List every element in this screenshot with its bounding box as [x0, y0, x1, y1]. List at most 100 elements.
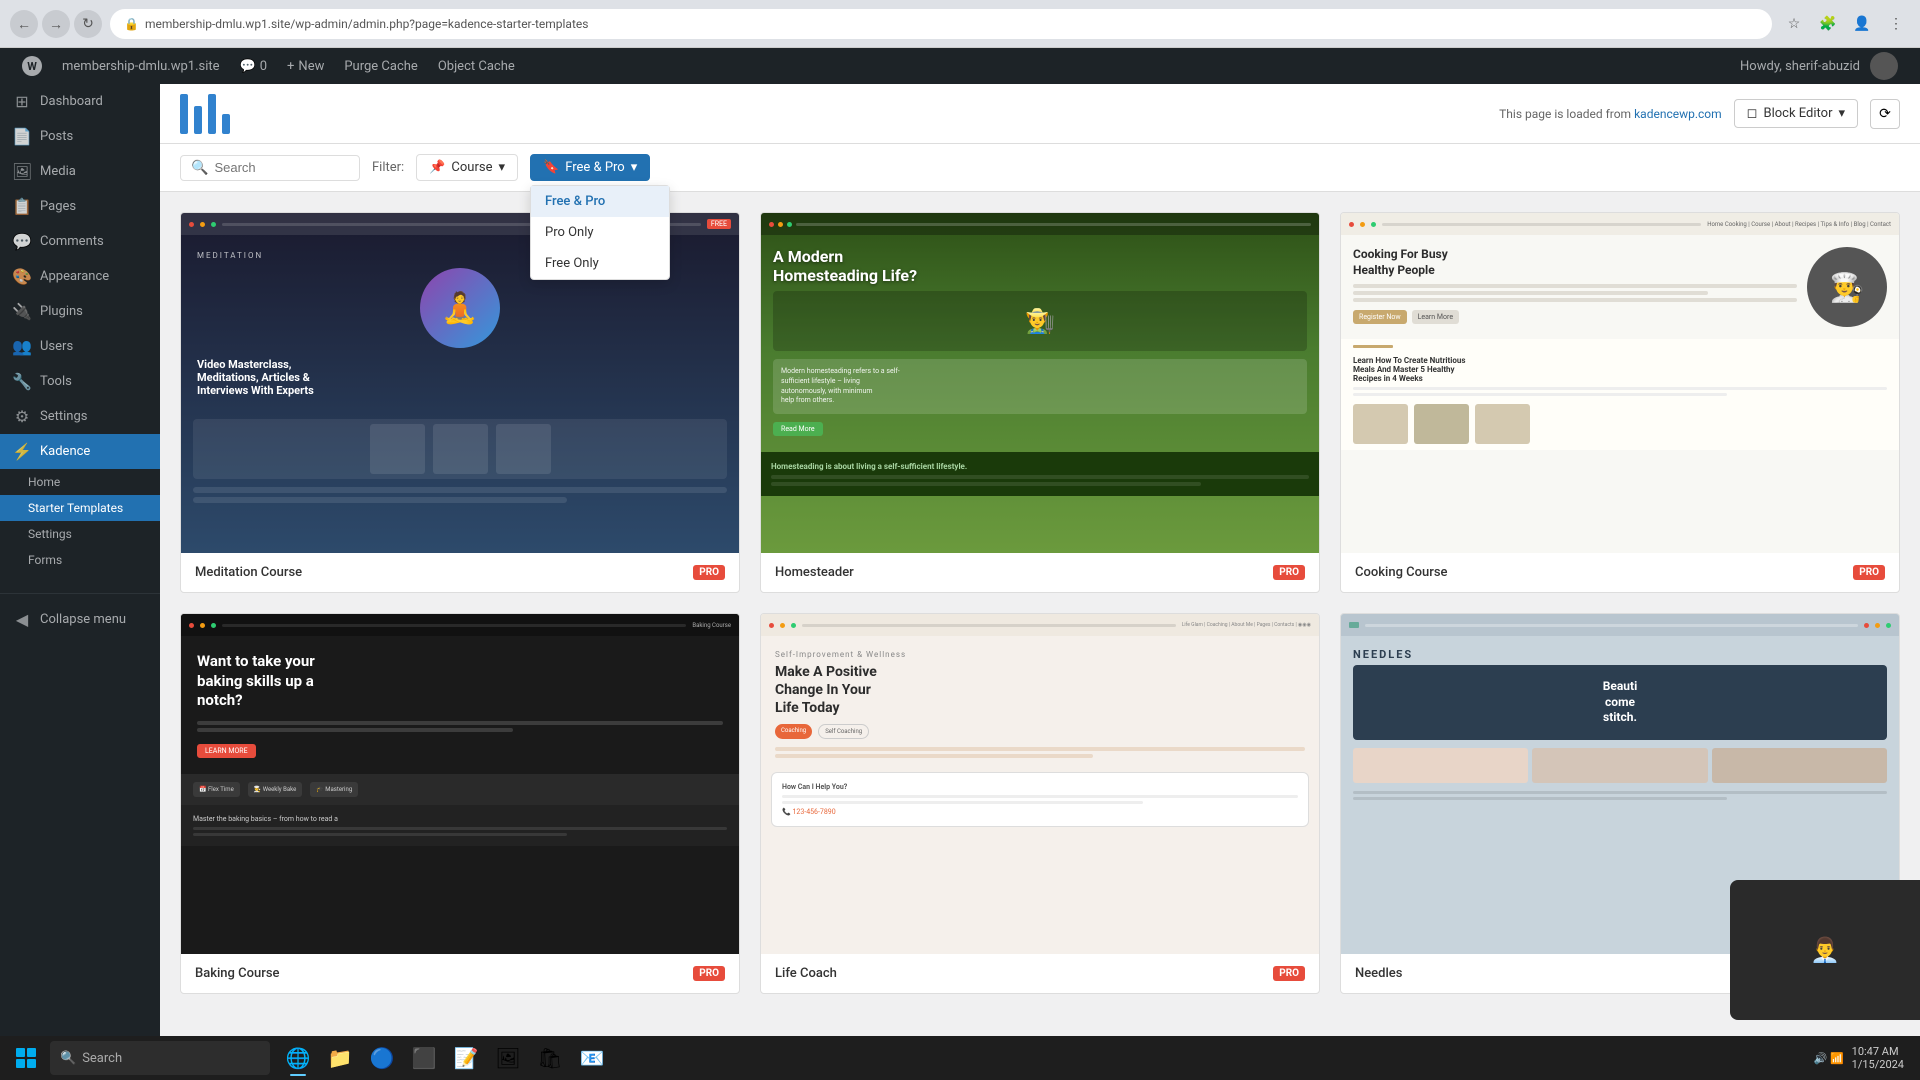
sidebar-item-kadence-settings[interactable]: Settings	[0, 521, 160, 547]
kadence-link[interactable]: kadencewp.com	[1634, 107, 1722, 121]
extensions-button[interactable]: 🧩	[1814, 10, 1842, 38]
dropdown-item-free-only[interactable]: Free Only	[531, 248, 669, 279]
template-card-coach[interactable]: Life Glam | Coaching | About Me | Pages …	[760, 613, 1320, 994]
kadence-forms-label: Forms	[28, 553, 62, 567]
filter-bar: 🔍 Filter: 📌 Course ▾ 🔖 Free & Pro ▾ Free	[160, 144, 1920, 192]
dropdown-item-pro-only[interactable]: Pro Only	[531, 217, 669, 248]
notes-icon: 📝	[454, 1046, 479, 1070]
taskbar-right: 🔊 📶 10:47 AM 1/15/2024	[1806, 1045, 1912, 1071]
search-icon: 🔍	[191, 160, 208, 176]
template-footer-baking: Baking Course PRO	[181, 954, 739, 993]
sidebar-item-appearance[interactable]: 🎨 Appearance	[0, 259, 160, 294]
dropdown-item-free-pro[interactable]: Free & Pro	[531, 186, 669, 217]
free-pro-dropdown-menu: Free & Pro Pro Only Free Only	[530, 185, 670, 280]
taskbar-app-terminal[interactable]: ⬛	[404, 1038, 444, 1078]
logo-area	[180, 94, 230, 134]
sidebar-item-settings[interactable]: ⚙ Settings	[0, 399, 160, 434]
sidebar-label-plugins: Plugins	[40, 304, 83, 319]
sidebar-label-dashboard: Dashboard	[40, 94, 103, 109]
sidebar-item-posts[interactable]: 📄 Posts	[0, 119, 160, 154]
system-tray: 🔊 📶	[1814, 1052, 1844, 1065]
sidebar-item-comments[interactable]: 💬 Comments	[0, 224, 160, 259]
free-pro-dropdown-container: 🔖 Free & Pro ▾ Free & Pro Pro Only Free …	[530, 154, 650, 181]
terminal-icon: ⬛	[412, 1046, 437, 1070]
block-editor-button[interactable]: ◻ Block Editor ▾	[1734, 99, 1858, 128]
pro-badge-meditation: PRO	[693, 565, 725, 580]
content-area: This page is loaded from kadencewp.com ◻…	[160, 84, 1920, 1036]
template-footer-homesteader: Homesteader PRO	[761, 553, 1319, 592]
collapse-menu-item[interactable]: ◀ Collapse menu	[0, 602, 160, 637]
back-button[interactable]: ←	[10, 10, 38, 38]
template-footer-coach: Life Coach PRO	[761, 954, 1319, 993]
taskbar-search[interactable]: 🔍 Search	[50, 1041, 270, 1075]
clock-date: 1/15/2024	[1852, 1058, 1904, 1071]
kadence-home-label: Home	[28, 475, 60, 489]
taskbar-app-store[interactable]: 🛍	[530, 1038, 570, 1078]
sidebar-item-media[interactable]: 🖼 Media	[0, 154, 160, 189]
object-cache-label: Object Cache	[438, 59, 515, 74]
template-card-cooking[interactable]: Home Cooking | Course | About | Recipes …	[1340, 212, 1900, 593]
taskbar-app-photos[interactable]: 🖼	[488, 1038, 528, 1078]
collapse-label: Collapse menu	[40, 612, 126, 627]
refresh-button[interactable]: ⟳	[1870, 99, 1900, 129]
object-cache-item[interactable]: Object Cache	[428, 48, 525, 84]
template-name-homesteader: Homesteader	[775, 565, 854, 580]
reload-button[interactable]: ↻	[74, 10, 102, 38]
taskbar-app-chrome[interactable]: 🔵	[362, 1038, 402, 1078]
sidebar-label-appearance: Appearance	[40, 269, 109, 284]
windows-start-button[interactable]	[8, 1040, 44, 1076]
comments-item[interactable]: 💬 0	[230, 48, 278, 84]
bookmark-button[interactable]: ☆	[1780, 10, 1808, 38]
free-pro-chevron: ▾	[631, 160, 638, 175]
sidebar-item-plugins[interactable]: 🔌 Plugins	[0, 294, 160, 329]
free-pro-filter-button[interactable]: 🔖 Free & Pro ▾	[530, 154, 650, 181]
purge-cache-item[interactable]: Purge Cache	[334, 48, 427, 84]
sidebar-item-kadence-home[interactable]: Home	[0, 469, 160, 495]
site-name-item[interactable]: membership-dmlu.wp1.site	[52, 48, 230, 84]
sidebar-item-tools[interactable]: 🔧 Tools	[0, 364, 160, 399]
template-card-homesteader[interactable]: A ModernHomesteading Life? 👨‍🌾 Modern ho…	[760, 212, 1320, 593]
account-button[interactable]: 👤	[1848, 10, 1876, 38]
template-footer-cooking: Cooking Course PRO	[1341, 553, 1899, 592]
sidebar-item-pages[interactable]: 📋 Pages	[0, 189, 160, 224]
taskbar-app-mail[interactable]: 📧	[572, 1038, 612, 1078]
appearance-icon: 🎨	[12, 267, 32, 286]
sidebar-item-kadence-forms[interactable]: Forms	[0, 547, 160, 573]
search-input[interactable]	[214, 160, 349, 175]
pro-badge-coach: PRO	[1273, 966, 1305, 981]
search-box[interactable]: 🔍	[180, 155, 360, 181]
taskbar-app-notes[interactable]: 📝	[446, 1038, 486, 1078]
kadence-submenu: Home Starter Templates Settings Forms	[0, 469, 160, 573]
top-header: This page is loaded from kadencewp.com ◻…	[160, 84, 1920, 144]
filter-label: Filter:	[372, 160, 404, 175]
sidebar-item-starter-templates[interactable]: Starter Templates	[0, 495, 160, 521]
forward-button[interactable]: →	[42, 10, 70, 38]
address-bar[interactable]: 🔒 membership-dmlu.wp1.site/wp-admin/admi…	[110, 9, 1772, 39]
sidebar-item-dashboard[interactable]: ⊞ Dashboard	[0, 84, 160, 119]
template-card-baking[interactable]: Baking Course Want to take yourbaking sk…	[180, 613, 740, 994]
wp-logo-item[interactable]: W	[12, 48, 52, 84]
posts-icon: 📄	[12, 127, 32, 146]
sidebar-item-users[interactable]: 👥 Users	[0, 329, 160, 364]
pages-icon: 📋	[12, 197, 32, 216]
clock-time: 10:47 AM	[1852, 1045, 1904, 1058]
kadence-settings-label: Settings	[28, 527, 72, 541]
templates-area: FREE MEDITATION 🧘 Video Masterclass,Medi…	[160, 192, 1920, 1036]
menu-button[interactable]: ⋮	[1882, 10, 1910, 38]
taskbar-search-label: Search	[82, 1051, 122, 1066]
howdy-item[interactable]: Howdy, sherif-abuzid	[1730, 48, 1908, 84]
new-content-item[interactable]: + New	[277, 48, 334, 84]
template-name-meditation: Meditation Course	[195, 565, 302, 580]
template-preview-homesteader: A ModernHomesteading Life? 👨‍🌾 Modern ho…	[761, 213, 1319, 553]
dropdown-free-pro-label: Free & Pro	[545, 194, 605, 209]
mail-icon: 📧	[580, 1046, 605, 1070]
sidebar-item-kadence[interactable]: ⚡ Kadence	[0, 434, 160, 469]
taskbar-app-explorer[interactable]: 📁	[320, 1038, 360, 1078]
course-filter-button[interactable]: 📌 Course ▾	[416, 154, 518, 181]
pro-badge-baking: PRO	[693, 966, 725, 981]
sidebar-label-tools: Tools	[40, 374, 72, 389]
wp-admin-bar: W membership-dmlu.wp1.site 💬 0 + New Pur…	[0, 48, 1920, 84]
sidebar: ⊞ Dashboard 📄 Posts 🖼 Media 📋 Pages 💬 Co…	[0, 84, 160, 1036]
template-preview-baking: Baking Course Want to take yourbaking sk…	[181, 614, 739, 954]
taskbar-app-edge[interactable]: 🌐	[278, 1038, 318, 1078]
